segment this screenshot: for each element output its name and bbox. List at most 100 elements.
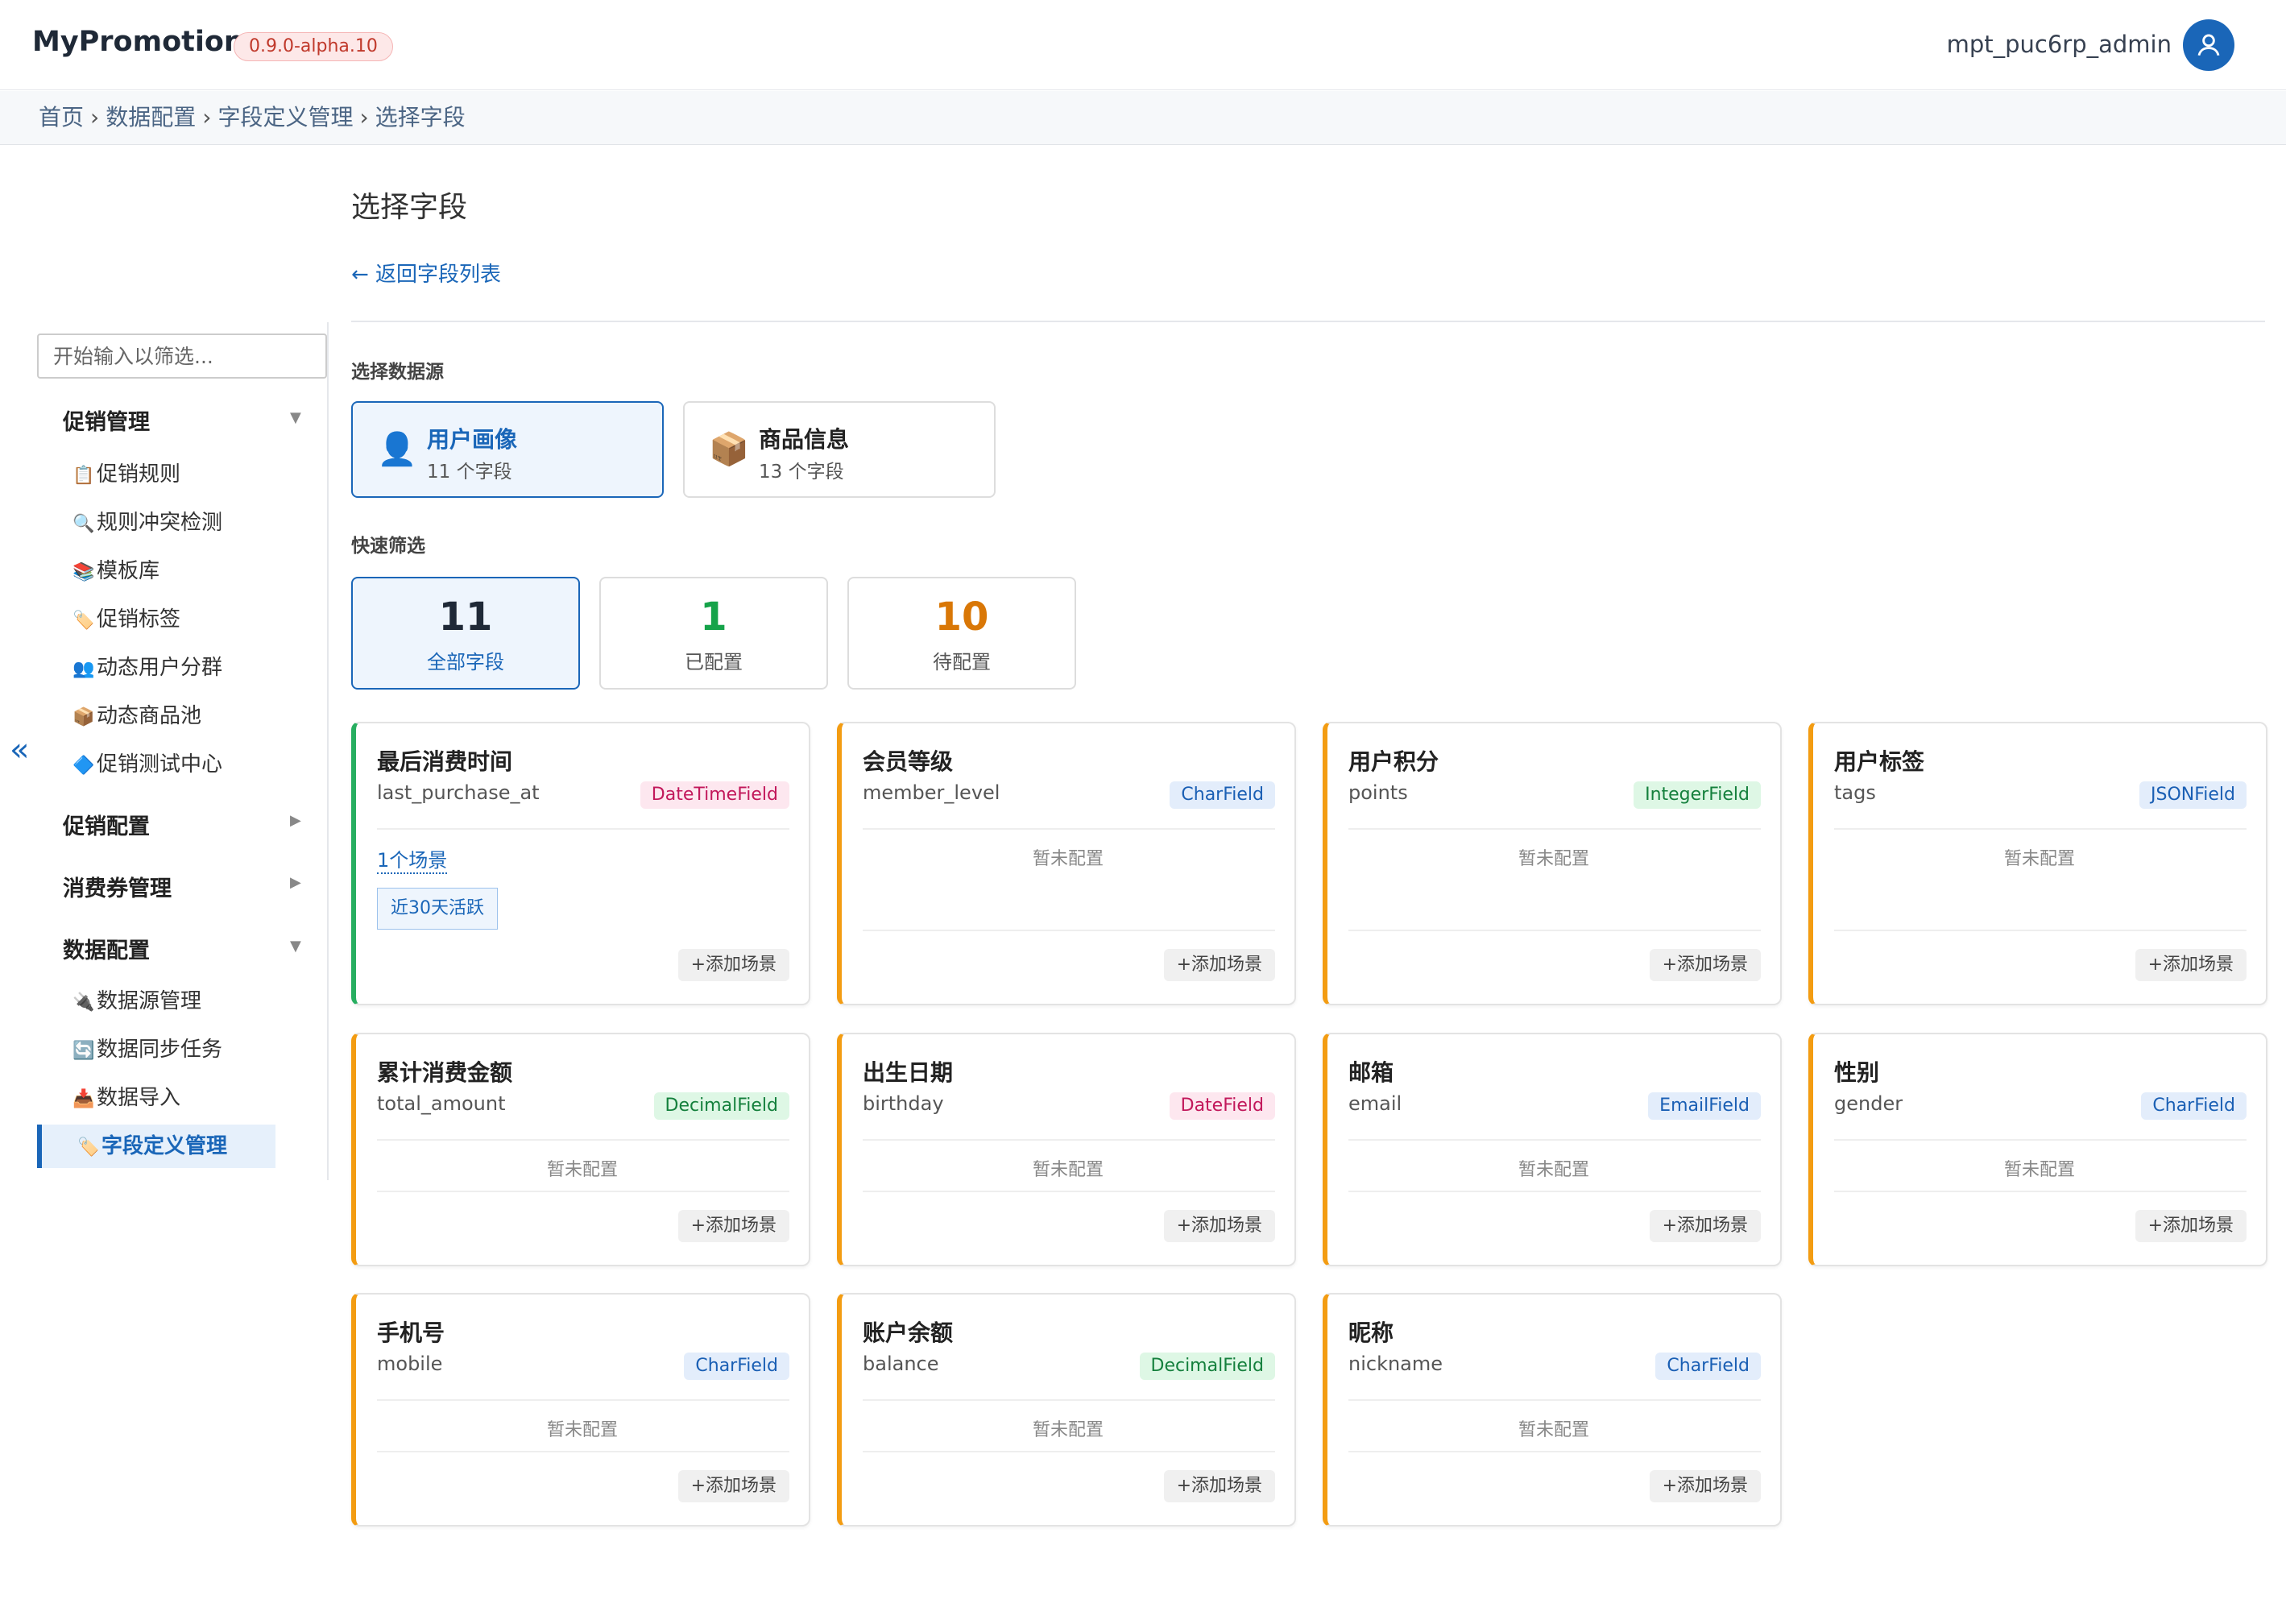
not-configured-text: 暂未配置: [1518, 1420, 1589, 1440]
sidebar-item-user-segments[interactable]: 👥动态用户分群: [72, 646, 222, 690]
breadcrumb: 首页 › 数据配置 › 字段定义管理 › 选择字段: [0, 91, 2286, 145]
field-type-badge: DecimalField: [653, 1092, 789, 1120]
source-product-info[interactable]: 📦 商品信息 13 个字段: [683, 401, 996, 498]
user-avatar[interactable]: [2183, 19, 2234, 71]
sidebar-item-field-def[interactable]: 🏷️字段定义管理: [37, 1125, 275, 1168]
field-title: 性别: [1834, 1059, 1880, 1086]
add-scene-button[interactable]: +添加场景: [677, 1210, 789, 1242]
filter-pending[interactable]: 10 待配置: [847, 577, 1076, 690]
field-card[interactable]: 账户余额 balance DecimalField 暂未配置 +添加场景: [837, 1293, 1296, 1527]
field-card[interactable]: 会员等级 member_level CharField 暂未配置 +添加场景: [837, 722, 1296, 1005]
add-scene-button[interactable]: +添加场景: [677, 949, 789, 981]
card-divider: [863, 1139, 1275, 1141]
collapse-sidebar-icon[interactable]: «: [10, 731, 29, 768]
stat-all-count: 11: [438, 594, 493, 640]
scene-count-link[interactable]: 1个场景: [377, 844, 448, 874]
plug-icon: 🔌: [72, 992, 95, 1013]
field-card[interactable]: 累计消费金额 total_amount DecimalField 暂未配置 +添加场景: [351, 1033, 810, 1266]
add-scene-button[interactable]: +添加场景: [1649, 949, 1761, 981]
caret-down-icon[interactable]: ▼: [290, 938, 301, 955]
card-divider: [377, 1139, 789, 1141]
field-key: tags: [1834, 781, 1876, 804]
field-card[interactable]: 手机号 mobile CharField 暂未配置 +添加场景: [351, 1293, 810, 1527]
add-scene-button[interactable]: +添加场景: [1163, 1470, 1275, 1502]
card-divider: [1834, 1191, 2247, 1192]
sidebar-filter-input[interactable]: [37, 334, 327, 379]
sidebar-group-promotion[interactable]: 促销管理: [63, 404, 150, 436]
field-title: 用户积分: [1348, 748, 1439, 775]
add-scene-button[interactable]: +添加场景: [1649, 1470, 1761, 1502]
add-scene-button[interactable]: +添加场景: [1163, 949, 1275, 981]
sidebar-item-conflict[interactable]: 🔍规则冲突检测: [72, 501, 222, 545]
card-divider: [377, 1451, 789, 1452]
user-bust-icon: 👤: [377, 431, 417, 468]
field-card[interactable]: 出生日期 birthday DateField 暂未配置 +添加场景: [837, 1033, 1296, 1266]
field-title: 最后消费时间: [377, 748, 513, 775]
card-divider: [863, 930, 1275, 931]
sidebar-group-promo-config[interactable]: 促销配置: [63, 809, 150, 840]
field-card[interactable]: 最后消费时间 last_purchase_at DateTimeField 1个场景近…: [351, 722, 810, 1005]
breadcrumb-field-def[interactable]: 字段定义管理: [217, 104, 353, 130]
field-type-badge: CharField: [1170, 781, 1275, 809]
field-card[interactable]: 用户积分 points IntegerField 暂未配置 +添加场景: [1323, 722, 1782, 1005]
stat-pending-count: 10: [934, 594, 989, 640]
user-icon: [2197, 34, 2220, 56]
sidebar-item-templates[interactable]: 📚模板库: [72, 549, 159, 593]
field-card[interactable]: 昵称 nickname CharField 暂未配置 +添加场景: [1323, 1293, 1782, 1527]
brand-logo[interactable]: MyPromotion: [32, 26, 244, 58]
card-divider: [863, 1191, 1275, 1192]
card-divider: [863, 1399, 1275, 1401]
sidebar-item-rules[interactable]: 📋促销规则: [72, 453, 180, 496]
add-scene-button[interactable]: +添加场景: [1649, 1210, 1761, 1242]
card-divider: [1348, 1139, 1761, 1141]
package-icon: 📦: [72, 707, 95, 727]
not-configured-text: 暂未配置: [1032, 1420, 1104, 1440]
clipboard-icon: 📋: [72, 466, 95, 486]
stat-configured-count: 1: [700, 594, 727, 640]
add-scene-button[interactable]: +添加场景: [677, 1470, 789, 1502]
back-link[interactable]: ← 返回字段列表: [351, 258, 501, 288]
field-title: 用户标签: [1834, 748, 1925, 775]
username[interactable]: mpt_puc6rp_admin: [1947, 31, 2172, 58]
field-card[interactable]: 用户标签 tags JSONField 暂未配置 +添加场景: [1808, 722, 2267, 1005]
tag-icon: 🏷️: [72, 611, 95, 631]
card-divider: [377, 828, 789, 830]
sidebar-item-product-pool[interactable]: 📦动态商品池: [72, 694, 201, 738]
not-configured-text: 暂未配置: [1518, 1160, 1589, 1180]
source-user-profile[interactable]: 👤 用户画像 11 个字段: [351, 401, 664, 498]
tag-icon: 🏷️: [77, 1137, 100, 1158]
breadcrumb-home[interactable]: 首页: [39, 104, 84, 130]
breadcrumb-data-config[interactable]: 数据配置: [106, 104, 196, 130]
field-key: birthday: [863, 1092, 944, 1115]
field-type-badge: DecimalField: [1139, 1353, 1275, 1380]
field-title: 手机号: [377, 1320, 445, 1346]
sidebar-group-coupon[interactable]: 消费券管理: [63, 871, 172, 902]
refresh-icon: 🔄: [72, 1041, 95, 1061]
field-card[interactable]: 性别 gender CharField 暂未配置 +添加场景: [1808, 1033, 2267, 1266]
filter-all-fields[interactable]: 11 全部字段: [351, 577, 580, 690]
sidebar-item-sync[interactable]: 🔄数据同步任务: [72, 1028, 222, 1071]
sidebar-item-test-center[interactable]: 🔷促销测试中心: [72, 743, 222, 786]
scene-tag[interactable]: 近30天活跃: [377, 888, 498, 930]
field-type-badge: DateField: [1169, 1092, 1275, 1120]
caret-right-icon[interactable]: ▶: [290, 812, 301, 829]
sidebar-item-tags[interactable]: 🏷️促销标签: [72, 598, 180, 641]
card-divider: [1348, 1451, 1761, 1452]
caret-down-icon[interactable]: ▼: [290, 409, 301, 426]
add-scene-button[interactable]: +添加场景: [2135, 949, 2247, 981]
not-configured-text: 暂未配置: [1518, 849, 1589, 869]
sidebar-group-data-config[interactable]: 数据配置: [63, 933, 150, 964]
field-card[interactable]: 邮箱 email EmailField 暂未配置 +添加场景: [1323, 1033, 1782, 1266]
sidebar-item-datasource[interactable]: 🔌数据源管理: [72, 980, 201, 1023]
sidebar-item-import[interactable]: 📥数据导入: [72, 1076, 180, 1120]
filter-section-label: 快速筛选: [351, 536, 425, 557]
not-configured-text: 暂未配置: [1032, 1160, 1104, 1180]
books-icon: 📚: [72, 562, 95, 582]
filter-configured[interactable]: 1 已配置: [599, 577, 828, 690]
add-scene-button[interactable]: +添加场景: [2135, 1210, 2247, 1242]
card-divider: [1834, 930, 2247, 931]
field-title: 累计消费金额: [377, 1059, 513, 1086]
field-title: 昵称: [1348, 1320, 1394, 1346]
caret-right-icon[interactable]: ▶: [290, 874, 301, 891]
add-scene-button[interactable]: +添加场景: [1163, 1210, 1275, 1242]
